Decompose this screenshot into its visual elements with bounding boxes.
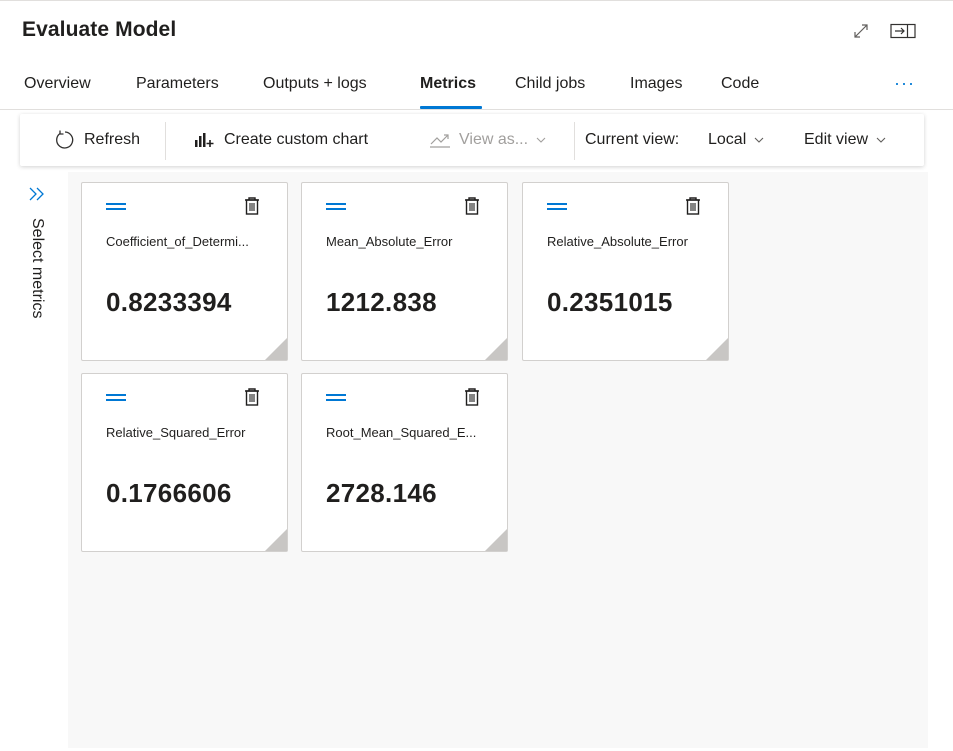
tab-overview[interactable]: Overview — [24, 75, 91, 93]
toolbar: Refresh Create custom chart View as... C… — [20, 114, 924, 166]
refresh-icon — [54, 129, 76, 151]
view-as-label: View as... — [459, 131, 529, 148]
resize-handle[interactable] — [485, 529, 507, 551]
trash-icon[interactable] — [243, 196, 261, 216]
edit-view-dropdown[interactable]: Edit view — [804, 114, 886, 166]
metric-name: Relative_Squared_Error — [106, 425, 246, 440]
tab-bar: Overview Parameters Outputs + logs Metri… — [0, 70, 953, 110]
edit-view-label: Edit view — [804, 131, 869, 148]
tab-child-jobs[interactable]: Child jobs — [515, 75, 585, 93]
current-view-dropdown[interactable]: Local — [708, 114, 764, 166]
toolbar-divider — [574, 122, 575, 160]
metric-name: Mean_Absolute_Error — [326, 234, 453, 249]
toolbar-divider — [165, 122, 166, 160]
trash-icon[interactable] — [684, 196, 702, 216]
active-tab-indicator — [420, 106, 482, 109]
create-custom-chart-button[interactable]: Create custom chart — [194, 114, 368, 166]
top-border — [0, 0, 953, 1]
chart-add-icon — [194, 131, 216, 149]
metric-name: Root_Mean_Squared_E... — [326, 425, 477, 440]
tab-outputs-logs[interactable]: Outputs + logs — [263, 75, 367, 93]
metric-card[interactable]: Root_Mean_Squared_E... 2728.146 — [301, 373, 508, 552]
refresh-button[interactable]: Refresh — [54, 114, 140, 166]
metric-value: 0.8233394 — [106, 287, 232, 317]
line-chart-icon — [429, 131, 451, 149]
metric-card[interactable]: Relative_Absolute_Error 0.2351015 — [522, 182, 729, 361]
drag-handle-icon[interactable] — [326, 203, 346, 211]
metric-value: 0.1766606 — [106, 478, 232, 508]
chevron-down-icon — [876, 137, 886, 143]
metric-value: 2728.146 — [326, 478, 437, 508]
drag-handle-icon[interactable] — [106, 203, 126, 211]
metric-value: 1212.838 — [326, 287, 437, 317]
view-as-button[interactable]: View as... — [429, 114, 546, 166]
chevron-down-icon — [754, 137, 764, 143]
create-chart-label: Create custom chart — [224, 131, 369, 148]
metrics-canvas: Coefficient_of_Determi... 0.8233394 Mean… — [68, 172, 928, 748]
trash-icon[interactable] — [463, 387, 481, 407]
double-chevron-right-icon — [27, 186, 47, 207]
more-options-icon[interactable]: ··· — [894, 73, 915, 94]
trash-icon[interactable] — [243, 387, 261, 407]
chevron-down-icon — [536, 137, 546, 143]
tab-images[interactable]: Images — [630, 75, 682, 93]
metric-card[interactable]: Mean_Absolute_Error 1212.838 — [301, 182, 508, 361]
refresh-label: Refresh — [84, 131, 141, 148]
metric-name: Coefficient_of_Determi... — [106, 234, 249, 249]
tab-parameters[interactable]: Parameters — [136, 75, 219, 93]
metric-card[interactable]: Relative_Squared_Error 0.1766606 — [81, 373, 288, 552]
tab-code[interactable]: Code — [721, 75, 759, 93]
drag-handle-icon[interactable] — [326, 394, 346, 402]
current-view-value: Local — [708, 131, 747, 148]
select-metrics-label: Select metrics — [29, 218, 46, 319]
tab-metrics[interactable]: Metrics — [420, 75, 476, 93]
resize-handle[interactable] — [265, 338, 287, 360]
trash-icon[interactable] — [463, 196, 481, 216]
resize-handle[interactable] — [265, 529, 287, 551]
current-view-label: Current view: — [585, 131, 680, 148]
select-metrics-toggle[interactable]: Select metrics — [18, 180, 58, 380]
metric-value: 0.2351015 — [547, 287, 673, 317]
drag-handle-icon[interactable] — [106, 394, 126, 402]
drag-handle-icon[interactable] — [547, 203, 567, 211]
metric-card[interactable]: Coefficient_of_Determi... 0.8233394 — [81, 182, 288, 361]
metric-name: Relative_Absolute_Error — [547, 234, 688, 249]
page-title: Evaluate Model — [22, 18, 177, 41]
resize-handle[interactable] — [706, 338, 728, 360]
resize-handle[interactable] — [485, 338, 507, 360]
panel-icon[interactable] — [888, 20, 918, 42]
expand-icon[interactable] — [850, 20, 872, 42]
